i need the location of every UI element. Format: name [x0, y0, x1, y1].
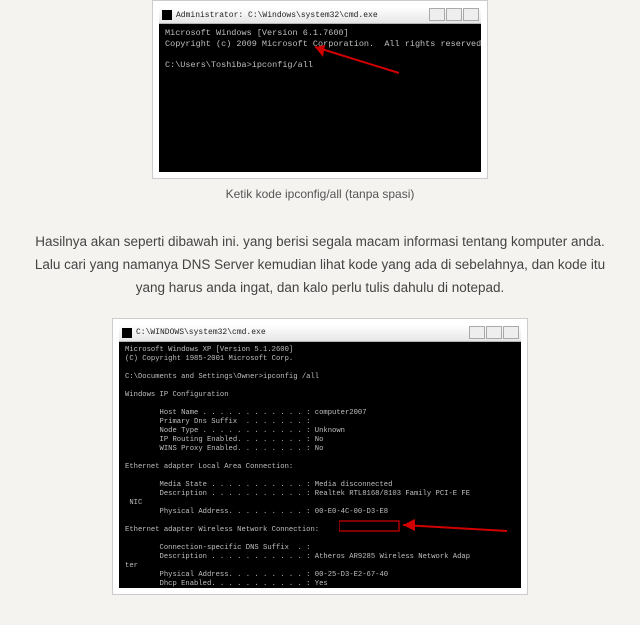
close-button[interactable] [503, 326, 519, 339]
minimize-button[interactable] [469, 326, 485, 339]
window-title: Administrator: C:\Windows\system32\cmd.e… [176, 11, 378, 20]
window-titlebar: Administrator: C:\Windows\system32\cmd.e… [159, 7, 481, 24]
window-buttons [429, 8, 479, 21]
screenshot-1: Administrator: C:\Windows\system32\cmd.e… [152, 0, 488, 179]
caption-1: Ketik kode ipconfig/all (tanpa spasi) [226, 187, 415, 201]
terminal-output: Microsoft Windows [Version 6.1.7600] Cop… [159, 24, 481, 172]
cmd-icon [162, 10, 172, 20]
cmd-icon [122, 328, 132, 338]
minimize-button[interactable] [429, 8, 445, 21]
window-buttons [469, 326, 519, 339]
screenshot-2: C:\WINDOWS\system32\cmd.exe Microsoft Wi… [112, 318, 528, 595]
window-title: C:\WINDOWS\system32\cmd.exe [136, 328, 266, 337]
terminal-output: Microsoft Windows XP [Version 5.1.2600] … [119, 342, 521, 588]
window-titlebar: C:\WINDOWS\system32\cmd.exe [119, 325, 521, 342]
body-paragraph: Hasilnya akan seperti dibawah ini. yang … [20, 231, 620, 300]
maximize-button[interactable] [486, 326, 502, 339]
maximize-button[interactable] [446, 8, 462, 21]
close-button[interactable] [463, 8, 479, 21]
